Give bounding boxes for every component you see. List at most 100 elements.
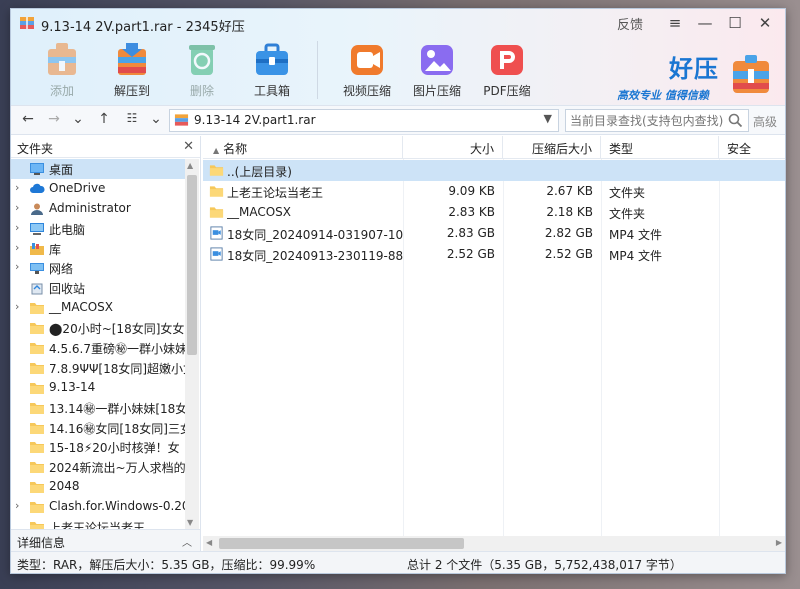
tree-item-label: 桌面 (49, 163, 74, 177)
detail-info-label: 详细信息 (17, 536, 66, 550)
tree-item[interactable]: › 库 (11, 239, 185, 259)
file-row[interactable]: 18女同_20240913-230119-88... 2.52 GB 2.52 GB… (203, 244, 785, 265)
address-bar: ← → ⌄ ↑ ☷ ⌄ 9.13-14 2V.part1.rar ▼ 高级 (11, 105, 785, 135)
tree-item[interactable]: 2048 (11, 477, 185, 497)
advanced-search-link[interactable]: 高级 (753, 113, 777, 130)
tree-item-label: 2048 (49, 479, 80, 494)
tree-item[interactable]: › 网络 (11, 258, 185, 278)
file-packed-size: 2.52 GB (544, 247, 593, 261)
image-compress-label: 图片压缩 (412, 84, 461, 98)
tree-item-label: 2024新流出~万人求档的 (49, 461, 185, 476)
search-icon[interactable] (728, 113, 743, 128)
tree-item[interactable]: › Clash.for.Windows-0.20 (11, 497, 185, 517)
column-size[interactable]: 大小 (403, 136, 503, 159)
column-security[interactable]: 安全 (719, 136, 785, 159)
forward-arrow-icon[interactable]: → (45, 111, 63, 129)
file-row[interactable]: 18女同_20240914-031907-10... 2.83 GB 2.82 GB… (203, 223, 785, 244)
tree-item[interactable]: 15-18⚡20小时核弹！女 (11, 437, 185, 457)
search-input[interactable] (570, 111, 726, 131)
user-icon (31, 203, 43, 215)
tree-item[interactable]: 4.5.6.7重磅㊙一群小妹妹 (11, 338, 185, 358)
hscrollbar-thumb[interactable] (219, 538, 464, 549)
tree-item[interactable]: 7.8.9ΨΨ[18女同]超嫩小女 (11, 358, 185, 378)
maximize-icon[interactable]: ☐ (723, 13, 747, 33)
minimize-icon[interactable]: — (693, 13, 717, 33)
folder-icon (30, 343, 44, 355)
path-dropdown-icon[interactable]: ▼ (544, 112, 552, 125)
scroll-down-icon[interactable]: ▼ (187, 518, 193, 527)
view-mode-dropdown-icon[interactable]: ⌄ (147, 111, 165, 129)
tree-item[interactable]: › 此电脑 (11, 219, 185, 239)
expand-chevron-icon[interactable]: › (15, 260, 19, 273)
toolbox-button[interactable]: 工具箱 (237, 39, 307, 103)
pdf-compress-icon (491, 45, 523, 75)
back-arrow-icon[interactable]: ← (19, 111, 37, 129)
tree-item[interactable]: ⬤20小时~[18女同]女女 (11, 318, 185, 338)
file-name: 18女同_20240913-230119-88... (227, 249, 403, 263)
tree-item[interactable]: 2024新流出~万人求档的 (11, 457, 185, 477)
add-label: 添加 (49, 84, 74, 98)
tree-item[interactable]: › OneDrive (11, 179, 185, 199)
tree-item-label: 网络 (49, 262, 74, 277)
folder-tree: 桌面 › OneDrive › Administrator › 此电脑 › 库 › 网络 回收站 › __… (11, 159, 185, 529)
expand-chevron-icon[interactable]: › (15, 499, 19, 512)
up-arrow-icon[interactable]: ↑ (95, 111, 113, 129)
chevron-up-icon[interactable]: ︿ (182, 534, 192, 549)
expand-chevron-icon[interactable]: › (15, 201, 19, 214)
tree-scrollbar[interactable]: ▲ ▼ (185, 159, 199, 529)
column-type[interactable]: 类型 (601, 136, 719, 159)
expand-chevron-icon[interactable]: › (15, 181, 19, 194)
rar-archive-icon (20, 17, 34, 29)
scroll-up-icon[interactable]: ▲ (187, 161, 193, 170)
path-input[interactable]: 9.13-14 2V.part1.rar ▼ (169, 109, 559, 132)
pdf-compress-button[interactable]: PDF压缩 (472, 39, 542, 103)
tree-item[interactable]: 回收站 (11, 278, 185, 298)
close-panel-icon[interactable]: ✕ (183, 139, 194, 154)
tree-item-label: 7.8.9ΨΨ[18女同]超嫩小女 (49, 361, 185, 376)
feedback-link[interactable]: 反馈 (617, 14, 643, 33)
tree-item-label: __MACOSX (49, 300, 114, 315)
tree-item[interactable]: › __MACOSX (11, 298, 185, 318)
tree-item[interactable]: 9.13-14 (11, 378, 185, 398)
tree-item[interactable]: 13.14㊙一群小妹妹[18女 (11, 398, 185, 418)
file-size: 2.83 KB (448, 205, 495, 219)
image-compress-button[interactable]: 图片压缩 (402, 39, 472, 103)
file-row[interactable]: ..(上层目录) (203, 160, 785, 181)
column-packed-size[interactable]: 压缩后大小 (503, 136, 601, 159)
video-compress-button[interactable]: 视频压缩 (332, 39, 402, 103)
expand-chevron-icon[interactable]: › (15, 300, 19, 313)
delete-button[interactable]: 删除 (167, 39, 237, 103)
folder-icon (30, 482, 44, 494)
tree-item[interactable]: 上老王论坛当老王 (11, 517, 185, 529)
menu-icon[interactable]: ≡ (663, 13, 687, 33)
view-mode-icon[interactable]: ☷ (123, 111, 141, 129)
file-size: 2.83 GB (446, 226, 495, 240)
file-type: 文件夹 (609, 207, 646, 221)
tree-item[interactable]: 桌面 (11, 159, 185, 179)
extract-to-button[interactable]: 解压到 (97, 39, 167, 103)
expand-chevron-icon[interactable]: › (15, 241, 19, 254)
status-bar: 类型：RAR，解压后大小：5.35 GB，压缩比：99.99% 总计 2 个文件… (11, 551, 785, 573)
cloud-icon (30, 183, 45, 193)
expand-chevron-icon[interactable]: › (15, 221, 19, 234)
file-row[interactable]: __MACOSX 2.83 KB 2.18 KB 文件夹 (203, 202, 785, 223)
video-file-icon (210, 226, 223, 240)
title-bar: 9.13-14 2V.part1.rar - 2345好压 反馈 ≡ — ☐ ✕ (11, 9, 785, 37)
tree-item[interactable]: 14.16㊙女同[18女同]三女 (11, 418, 185, 438)
folder-icon (209, 165, 224, 176)
video-compress-icon (351, 45, 383, 75)
add-button[interactable]: 添加 (27, 39, 97, 103)
column-name[interactable]: ▲ 名称 (203, 136, 403, 159)
file-row[interactable]: 上老王论坛当老王 9.09 KB 2.67 KB 文件夹 (203, 181, 785, 202)
scroll-right-icon[interactable]: ▶ (776, 538, 782, 547)
tree-item[interactable]: › Administrator (11, 199, 185, 219)
close-icon[interactable]: ✕ (753, 13, 777, 33)
folder-icon (30, 462, 44, 474)
search-box[interactable] (565, 109, 749, 132)
detail-info-bar[interactable]: 详细信息 ︿ (11, 529, 201, 551)
scroll-left-icon[interactable]: ◀ (206, 538, 212, 547)
scrollbar-thumb[interactable] (187, 175, 197, 355)
column-name-label: 名称 (223, 142, 248, 156)
list-hscrollbar[interactable]: ◀ ▶ (203, 536, 785, 551)
history-dropdown-icon[interactable]: ⌄ (69, 111, 87, 129)
